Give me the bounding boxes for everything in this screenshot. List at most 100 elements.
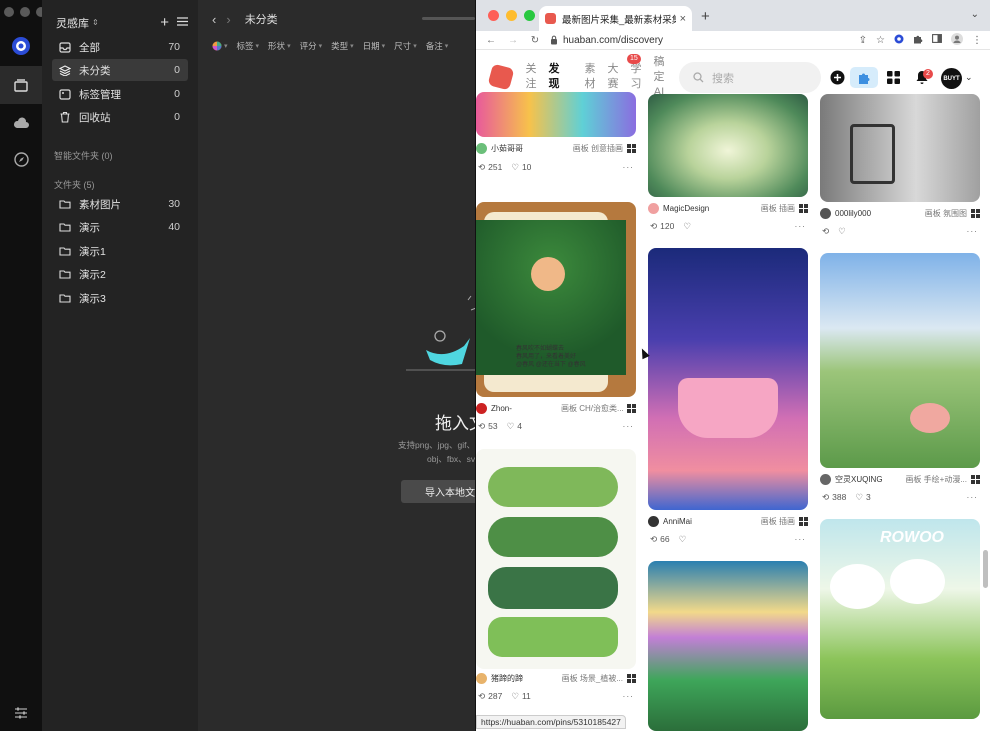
avatar[interactable] xyxy=(820,473,831,485)
filter-type[interactable]: 类型 ▾ xyxy=(331,40,354,52)
nav-gaoding-ai[interactable]: 稿定AI xyxy=(652,55,666,100)
side-panel-icon[interactable] xyxy=(932,34,942,46)
nav-discover[interactable]: 发现 xyxy=(547,62,561,92)
user-avatar[interactable]: BUYT xyxy=(941,68,962,89)
search-box[interactable]: 搜索 xyxy=(679,62,821,93)
more-icon[interactable]: ··· xyxy=(795,534,807,544)
like-heart-icon[interactable]: ♡ xyxy=(511,691,519,702)
reload-icon[interactable]: ↻ xyxy=(528,35,542,46)
nav-learn[interactable]: 15 学习 xyxy=(627,54,643,92)
page-scrollbar[interactable] xyxy=(983,550,988,588)
window-controls[interactable] xyxy=(488,10,535,21)
pin-image[interactable]: ROWOO xyxy=(820,519,980,719)
avatar[interactable] xyxy=(648,202,659,214)
nav-follow[interactable]: 关注 xyxy=(524,62,538,92)
share-icon[interactable]: ⇪ xyxy=(859,35,867,46)
pin-board[interactable]: 画板 氛围图 xyxy=(925,208,967,219)
save-icon[interactable]: ⟲ xyxy=(478,421,485,432)
save-icon[interactable]: ⟲ xyxy=(650,221,657,232)
pin-board[interactable]: 画板 插画 xyxy=(761,516,795,527)
tab-search-chevron-icon[interactable]: ⌄ xyxy=(971,9,979,20)
pin-user[interactable]: 猪蹄的蹄 xyxy=(491,673,523,684)
pin-user[interactable]: 空灵XUQING xyxy=(835,474,883,485)
pin-user[interactable]: AnniMai xyxy=(663,517,692,526)
pin-board[interactable]: 画板 场景_植被... xyxy=(562,673,623,684)
save-icon[interactable]: ⟲ xyxy=(822,226,829,237)
menu-icon[interactable] xyxy=(177,16,188,29)
folder-item[interactable]: 演示 40 xyxy=(52,216,188,238)
create-plus-icon[interactable] xyxy=(830,70,845,85)
more-icon[interactable]: ··· xyxy=(795,221,807,231)
cloud-icon[interactable] xyxy=(0,114,42,132)
pin-board[interactable]: 画板 创意插画 xyxy=(573,143,623,154)
window-controls[interactable] xyxy=(4,7,46,17)
filter-notes[interactable]: 备注 ▾ xyxy=(426,40,449,52)
pin-image[interactable] xyxy=(820,94,980,202)
pin-image[interactable]: 春风吹不如蝴蝶去 春风用了，来看着美好 @春风 @还在当下 @春风 xyxy=(476,202,636,397)
plugin-puzzle-icon[interactable] xyxy=(850,67,878,88)
avatar[interactable] xyxy=(476,142,487,154)
filter-size[interactable]: 尺寸 ▾ xyxy=(394,40,417,52)
sidebar-item-uncategorized[interactable]: 未分类 0 xyxy=(52,59,188,81)
profile-icon[interactable] xyxy=(951,32,963,48)
huaban-logo-icon[interactable] xyxy=(487,63,515,91)
more-icon[interactable]: ··· xyxy=(623,162,635,172)
pin-user[interactable]: 小茹哥哥 xyxy=(491,143,523,154)
pin-board[interactable]: 画板 CH/治愈类... xyxy=(561,403,623,414)
nav-materials[interactable]: 素材 xyxy=(583,62,597,92)
folder-item[interactable]: 演示1 xyxy=(52,240,188,262)
forward-arrow-icon[interactable]: → xyxy=(506,35,520,46)
sidebar-item-trash[interactable]: 回收站 0 xyxy=(52,106,188,128)
library-icon[interactable] xyxy=(0,66,42,104)
settings-sliders-icon[interactable] xyxy=(0,704,42,722)
app-logo-icon[interactable] xyxy=(0,36,42,56)
like-heart-icon[interactable]: ♡ xyxy=(679,534,687,545)
more-icon[interactable]: ··· xyxy=(967,492,979,502)
import-local-button[interactable]: 导入本地文件 xyxy=(401,480,475,503)
url-field[interactable]: huaban.com/discovery xyxy=(550,35,663,46)
pin-image[interactable] xyxy=(476,449,636,669)
nav-contests[interactable]: 大赛 xyxy=(606,62,620,92)
save-icon[interactable]: ⟲ xyxy=(478,162,485,173)
filter-tags[interactable]: 标签 ▾ xyxy=(237,40,260,52)
save-icon[interactable]: ⟲ xyxy=(478,691,485,702)
folder-item[interactable]: 演示2 xyxy=(52,263,188,285)
browser-menu-icon[interactable]: ⋮ xyxy=(972,35,982,46)
folder-item[interactable]: 演示3 xyxy=(52,287,188,309)
bookmark-star-icon[interactable]: ☆ xyxy=(876,35,885,46)
sidebar-item-tags[interactable]: 标签管理 0 xyxy=(52,83,188,105)
forward-icon[interactable]: › xyxy=(226,12,230,27)
pin-image[interactable] xyxy=(476,92,636,137)
more-icon[interactable]: ··· xyxy=(623,691,635,701)
filter-rating[interactable]: 评分 ▾ xyxy=(300,40,323,52)
pin-user[interactable]: 000lily000 xyxy=(835,209,871,218)
add-icon[interactable]: + xyxy=(160,14,169,31)
pin-image[interactable] xyxy=(820,253,980,468)
extension-logo-icon[interactable] xyxy=(894,34,904,47)
more-icon[interactable]: ··· xyxy=(967,226,979,236)
save-icon[interactable]: ⟲ xyxy=(822,492,829,503)
filter-shape[interactable]: 形状 ▾ xyxy=(268,40,291,52)
pin-user[interactable]: MagicDesign xyxy=(663,204,709,213)
extensions-puzzle-icon[interactable] xyxy=(913,34,923,47)
more-icon[interactable]: ··· xyxy=(623,421,635,431)
zoom-slider[interactable] xyxy=(422,17,475,20)
back-arrow-icon[interactable]: ← xyxy=(484,35,498,46)
like-heart-icon[interactable]: ♡ xyxy=(838,226,846,237)
back-icon[interactable]: ‹ xyxy=(212,12,216,27)
close-tab-icon[interactable]: × xyxy=(680,13,686,25)
sidebar-item-all[interactable]: 全部 70 xyxy=(52,36,188,58)
filter-date[interactable]: 日期 ▾ xyxy=(363,40,386,52)
avatar[interactable] xyxy=(476,402,487,414)
apps-grid-icon[interactable] xyxy=(887,71,900,84)
like-heart-icon[interactable]: ♡ xyxy=(511,162,519,173)
like-heart-icon[interactable]: ♡ xyxy=(507,421,515,432)
browser-tab[interactable]: 最新图片采集_最新素材采集-花瓣 × xyxy=(539,6,692,31)
avatar[interactable] xyxy=(648,515,659,527)
avatar-chevron-icon[interactable]: ⌄ xyxy=(965,72,973,83)
pin-image[interactable] xyxy=(648,248,808,510)
color-filter[interactable]: ▾ xyxy=(212,40,228,52)
like-heart-icon[interactable]: ♡ xyxy=(683,221,691,232)
smart-folders-header[interactable]: 智能文件夹 (0) xyxy=(54,149,113,162)
pin-board[interactable]: 画板 插画 xyxy=(761,203,795,214)
